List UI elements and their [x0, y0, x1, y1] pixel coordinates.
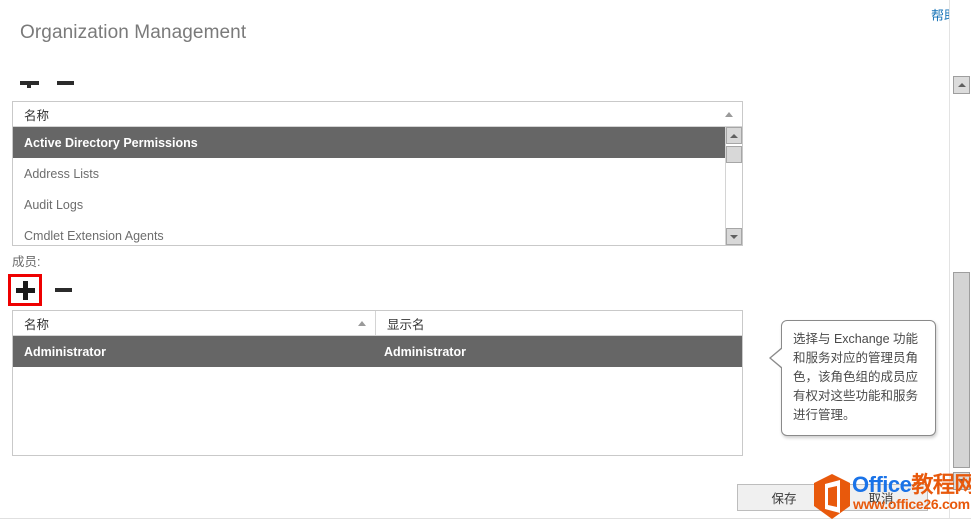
sort-ascending-icon — [358, 321, 366, 326]
chevron-up-icon — [730, 133, 738, 138]
members-grid-header: 名称 显示名 — [13, 311, 742, 336]
members-row-display-name: Administrator — [384, 344, 466, 359]
members-toolbar — [8, 274, 78, 306]
roles-row-name: Active Directory Permissions — [24, 135, 198, 150]
plus-icon — [19, 78, 39, 88]
members-grid: 名称 显示名 Administrator Administrator — [12, 310, 743, 456]
members-column-name[interactable]: 名称 — [13, 311, 376, 335]
roles-row-name: Audit Logs — [24, 197, 84, 212]
sort-ascending-icon — [725, 112, 733, 117]
plus-icon — [15, 280, 35, 300]
roles-remove-button[interactable] — [50, 70, 80, 96]
callout-tail-inner — [771, 348, 783, 368]
minus-icon — [56, 81, 74, 85]
chevron-down-icon — [957, 479, 966, 483]
roles-row-name: Address Lists — [24, 166, 100, 181]
roles-column-name-label: 名称 — [24, 108, 50, 123]
roles-column-name[interactable]: 名称 — [13, 102, 742, 126]
members-label: 成员: — [12, 255, 41, 269]
table-row[interactable]: Address Lists — [13, 158, 742, 189]
dialog-scroll-up-button[interactable] — [953, 76, 970, 94]
dialog-scrollbar-thumb[interactable] — [953, 272, 970, 468]
roles-grid-header: 名称 — [13, 102, 742, 127]
help-callout: 选择与 Exchange 功能和服务对应的管理员角色，该角色组的成员应有权对这些… — [769, 320, 936, 436]
members-column-display-name-label: 显示名 — [387, 317, 425, 332]
members-column-display-name[interactable]: 显示名 — [376, 311, 742, 335]
roles-add-button[interactable] — [14, 70, 44, 96]
chevron-up-icon — [957, 83, 966, 87]
table-row[interactable]: Audit Logs — [13, 189, 742, 220]
footer-actions: 保存 取消 — [0, 484, 943, 514]
roles-toolbar — [14, 70, 80, 96]
minus-icon — [54, 288, 72, 292]
table-row[interactable]: Active Directory Permissions — [13, 127, 742, 158]
table-row[interactable]: Administrator Administrator — [13, 336, 742, 367]
roles-grid: 名称 Active Directory Permissions Address … — [12, 101, 743, 246]
members-add-button[interactable] — [8, 274, 42, 306]
cancel-button[interactable]: 取消 — [834, 484, 928, 511]
dialog-scroll-down-button[interactable] — [953, 472, 970, 490]
scrollbar-thumb[interactable] — [726, 146, 742, 163]
callout-text: 选择与 Exchange 功能和服务对应的管理员角色，该角色组的成员应有权对这些… — [793, 332, 919, 422]
scroll-up-button[interactable] — [726, 127, 742, 144]
table-row[interactable]: Cmdlet Extension Agents — [13, 220, 742, 245]
chevron-down-icon — [730, 234, 738, 239]
roles-grid-body: Active Directory Permissions Address Lis… — [13, 127, 742, 245]
dialog-scrollbar[interactable] — [949, 0, 971, 519]
members-grid-body: Administrator Administrator — [13, 336, 742, 455]
page-title: Organization Management — [20, 22, 247, 43]
roles-row-name: Cmdlet Extension Agents — [24, 228, 164, 243]
members-remove-button[interactable] — [48, 277, 78, 303]
roles-grid-scrollbar[interactable] — [725, 127, 742, 245]
members-row-name: Administrator — [24, 344, 106, 359]
scroll-down-button[interactable] — [726, 228, 742, 245]
save-button[interactable]: 保存 — [737, 484, 831, 511]
members-column-name-label: 名称 — [24, 317, 50, 332]
